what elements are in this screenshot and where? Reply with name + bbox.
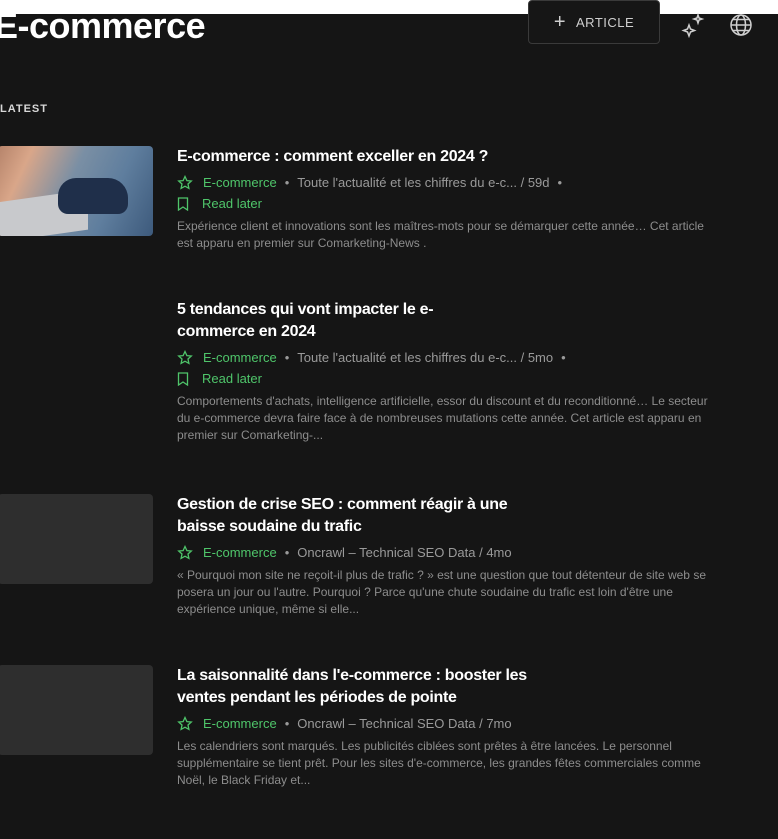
article-category[interactable]: E-commerce bbox=[203, 543, 277, 563]
meta-separator: • bbox=[284, 350, 290, 365]
star-icon[interactable] bbox=[177, 350, 193, 366]
article-thumbnail[interactable] bbox=[0, 146, 153, 236]
article-excerpt: Les calendriers sont marqués. Les public… bbox=[177, 739, 701, 787]
add-article-label: ARTICLE bbox=[576, 14, 635, 30]
star-icon[interactable] bbox=[177, 175, 193, 191]
article-meta: E-commerce • Oncrawl – Technical SEO Dat… bbox=[177, 714, 737, 734]
article-source: Toute l'actualité et les chiffres du e-c… bbox=[297, 175, 550, 190]
thumbnail-hand bbox=[58, 178, 128, 214]
bookmark-icon bbox=[177, 197, 189, 211]
article-category[interactable]: E-commerce bbox=[203, 714, 277, 734]
article-meta: E-commerce • Oncrawl – Technical SEO Dat… bbox=[177, 543, 737, 563]
section-label-latest: LATEST bbox=[0, 103, 48, 115]
read-later-label: Read later bbox=[202, 196, 262, 211]
sparkle-icon bbox=[681, 12, 705, 38]
article-title[interactable]: E-commerce : comment exceller en 2024 ? bbox=[177, 146, 737, 168]
article-excerpt: Expérience client et innovations sont le… bbox=[177, 219, 704, 250]
read-later-button[interactable]: Read later bbox=[177, 194, 737, 214]
page: E-commerce + ARTICLE LATEST E-commerce :… bbox=[0, 0, 778, 839]
article-meta: E-commerce • Toute l'actualité et les ch… bbox=[177, 173, 737, 193]
article-source: Toute l'actualité et les chiffres du e-c… bbox=[297, 350, 554, 365]
bookmark-icon bbox=[177, 372, 189, 386]
language-button[interactable] bbox=[726, 10, 756, 40]
article-source: Oncrawl – Technical SEO Data / 7mo bbox=[297, 716, 512, 731]
article-excerpt: Comportements d'achats, intelligence art… bbox=[177, 394, 708, 442]
meta-separator: • bbox=[284, 545, 290, 560]
article-title[interactable]: Gestion de crise SEO : comment réagir à … bbox=[177, 494, 537, 538]
read-later-label: Read later bbox=[202, 371, 262, 386]
meta-separator: • bbox=[284, 175, 290, 190]
read-later-button[interactable]: Read later bbox=[177, 369, 737, 389]
article-meta: E-commerce • Toute l'actualité et les ch… bbox=[177, 348, 737, 368]
star-icon[interactable] bbox=[177, 545, 193, 561]
add-article-button[interactable]: + ARTICLE bbox=[528, 0, 660, 44]
globe-icon bbox=[730, 14, 752, 36]
article-category[interactable]: E-commerce bbox=[203, 348, 277, 368]
article-source: Oncrawl – Technical SEO Data / 4mo bbox=[297, 545, 512, 560]
meta-separator: • bbox=[284, 716, 290, 731]
article-excerpt: « Pourquoi mon site ne reçoit-il plus de… bbox=[177, 568, 706, 616]
article-title[interactable]: La saisonnalité dans l'e-commerce : boos… bbox=[177, 665, 567, 709]
sparkle-button[interactable] bbox=[678, 10, 708, 40]
page-title: E-commerce bbox=[0, 5, 206, 46]
meta-separator: • bbox=[557, 175, 563, 190]
plus-icon: + bbox=[553, 11, 566, 33]
star-icon[interactable] bbox=[177, 716, 193, 732]
meta-separator: • bbox=[561, 350, 566, 365]
article-title[interactable]: 5 tendances qui vont impacter le e-comme… bbox=[177, 299, 487, 343]
article-category[interactable]: E-commerce bbox=[203, 173, 277, 193]
article-thumbnail[interactable] bbox=[0, 665, 153, 755]
article-thumbnail[interactable] bbox=[0, 494, 153, 584]
